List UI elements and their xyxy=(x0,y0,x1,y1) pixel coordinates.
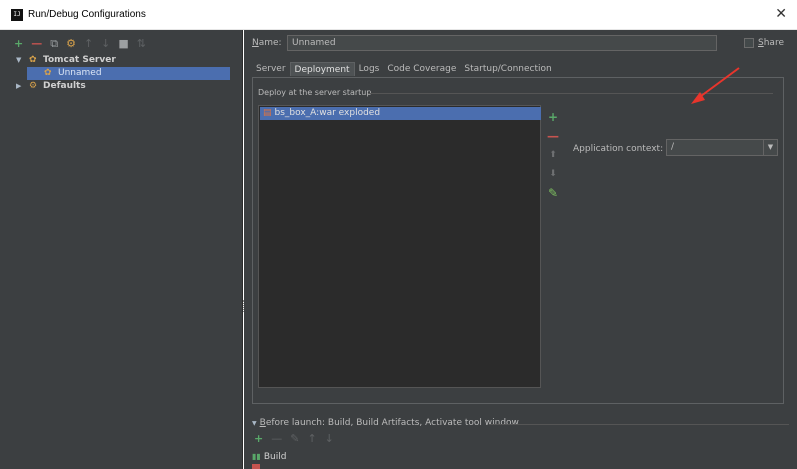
before-launch-item-build[interactable]: ▮▮ Build xyxy=(252,452,286,462)
copy-icon[interactable]: ⧉ xyxy=(50,38,58,50)
tree-item-label: Tomcat Server xyxy=(43,55,116,65)
config-tabs: Server Deployment Logs Code Coverage Sta… xyxy=(252,62,556,76)
dropdown-arrow-icon[interactable]: ▼ xyxy=(763,140,777,155)
expand-arrow-icon[interactable]: ▼ xyxy=(16,54,21,67)
tree-item-tomcat-server[interactable]: ▼ ✿ Tomcat Server xyxy=(0,54,243,67)
build-icon: ▮▮ xyxy=(252,452,261,461)
collapse-triangle-icon[interactable]: ▼ xyxy=(252,420,257,427)
section-title: Deploy at the server startup xyxy=(258,88,372,97)
app-icon: IJ xyxy=(11,9,23,21)
folder-icon[interactable]: ■ xyxy=(118,38,128,50)
wrench-icon[interactable]: ⚙ xyxy=(66,38,76,50)
tab-server[interactable]: Server xyxy=(252,62,290,76)
remove-task-icon[interactable]: — xyxy=(271,433,282,445)
edit-pencil-icon[interactable]: ✎ xyxy=(546,184,560,203)
before-launch-toolbar: + — ✎ ↑ ↓ xyxy=(254,433,334,445)
move-down-icon[interactable]: ⬇ xyxy=(546,165,560,184)
artifact-label: bs_box_A:war exploded xyxy=(274,108,381,118)
tab-deployment[interactable]: Deployment xyxy=(289,62,355,76)
share-label: Share xyxy=(758,38,784,48)
before-launch-divider xyxy=(489,424,789,425)
name-label: Name: xyxy=(252,38,282,48)
tab-code-coverage[interactable]: Code Coverage xyxy=(383,62,460,76)
move-down-icon[interactable]: ↓ xyxy=(101,38,110,50)
close-button[interactable]: ✕ xyxy=(775,6,787,22)
configurations-tree: ▼ ✿ Tomcat Server ✿ Unnamed ▶ ⚙ Defaults xyxy=(0,54,243,93)
remove-artifact-icon[interactable]: — xyxy=(546,127,560,146)
tree-item-defaults[interactable]: ▶ ⚙ Defaults xyxy=(0,80,243,93)
move-down-icon[interactable]: ↓ xyxy=(325,433,334,445)
application-context-value: / xyxy=(671,142,675,152)
sort-icon[interactable]: ⇅ xyxy=(137,38,146,50)
application-context-label: Application context: xyxy=(573,144,664,154)
tree-item-label: Unnamed xyxy=(58,68,102,78)
tree-item-unnamed[interactable]: ✿ Unnamed xyxy=(27,67,230,80)
artifact-icon: ▤ xyxy=(263,108,272,118)
tree-item-label: Defaults xyxy=(43,81,86,91)
share-checkbox[interactable] xyxy=(744,38,754,48)
wrench-icon: ⚙ xyxy=(29,81,38,91)
before-launch-header[interactable]: ▼ Before launch: Build, Build Artifacts, … xyxy=(252,418,519,428)
name-input[interactable]: Unnamed xyxy=(287,35,717,51)
tab-logs[interactable]: Logs xyxy=(355,62,384,76)
tab-startup-connection[interactable]: Startup/Connection xyxy=(460,62,555,76)
configurations-toolbar: + — ⧉ ⚙ ↑ ↓ ■ ⇅ xyxy=(14,37,146,51)
collapse-arrow-icon[interactable]: ▶ xyxy=(16,80,21,93)
section-divider xyxy=(368,93,773,94)
window-title: Run/Debug Configurations xyxy=(28,9,146,20)
application-context-combobox[interactable]: / ▼ xyxy=(666,139,778,156)
before-launch-item-artifacts[interactable] xyxy=(252,464,260,469)
deployment-tab-content: Deploy at the server startup ▤ bs_box_A:w… xyxy=(252,77,784,404)
remove-icon[interactable]: — xyxy=(31,38,42,50)
add-icon[interactable]: + xyxy=(14,38,23,50)
add-task-icon[interactable]: + xyxy=(254,433,263,445)
configurations-sidebar: + — ⧉ ⚙ ↑ ↓ ■ ⇅ ▼ ✿ Tomcat Server ✿ Unna… xyxy=(0,30,243,469)
configuration-editor: Name: Unnamed Share Server Deployment Lo… xyxy=(244,30,797,469)
title-bar: IJ Run/Debug Configurations ✕ xyxy=(0,0,797,30)
edit-task-icon[interactable]: ✎ xyxy=(290,433,299,445)
tomcat-icon: ✿ xyxy=(29,55,37,65)
deployment-list[interactable]: ▤ bs_box_A:war exploded xyxy=(258,105,541,388)
list-item[interactable]: ▤ bs_box_A:war exploded xyxy=(260,107,541,120)
move-up-icon[interactable]: ↑ xyxy=(84,38,93,50)
add-artifact-icon[interactable]: + xyxy=(546,108,560,127)
tomcat-icon: ✿ xyxy=(44,68,52,78)
deployment-toolbar: + — ⬆ ⬇ ✎ xyxy=(546,108,560,203)
move-up-icon[interactable]: ↑ xyxy=(307,433,316,445)
move-up-icon[interactable]: ⬆ xyxy=(546,146,560,165)
